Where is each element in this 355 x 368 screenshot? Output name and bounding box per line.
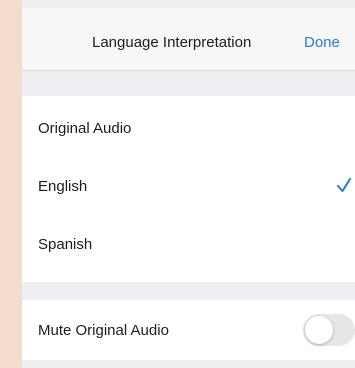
navigation-bar: Language Interpretation Done [22, 8, 355, 71]
mute-row: Mute Original Audio [22, 300, 355, 360]
language-option-spanish[interactable]: Spanish [22, 215, 355, 273]
mute-original-audio-row: Mute Original Audio [22, 300, 355, 360]
language-option-english[interactable]: English [22, 157, 355, 215]
language-option-label: Spanish [38, 235, 93, 253]
language-interpretation-sheet: Language Interpretation Done Original Au… [22, 0, 355, 368]
language-option-label: English [38, 177, 88, 195]
toggle-knob [305, 316, 333, 344]
language-option-label: Original Audio [38, 119, 132, 137]
bottom-strip [22, 360, 355, 368]
mute-original-audio-toggle[interactable] [303, 314, 355, 346]
done-button[interactable]: Done [304, 34, 340, 51]
checkmark-icon [337, 178, 351, 192]
language-option-original-audio[interactable]: Original Audio [22, 99, 355, 157]
page-title: Language Interpretation [92, 34, 252, 51]
mute-original-audio-label: Mute Original Audio [38, 321, 169, 339]
language-list: Original Audio English Spanish [22, 96, 355, 282]
